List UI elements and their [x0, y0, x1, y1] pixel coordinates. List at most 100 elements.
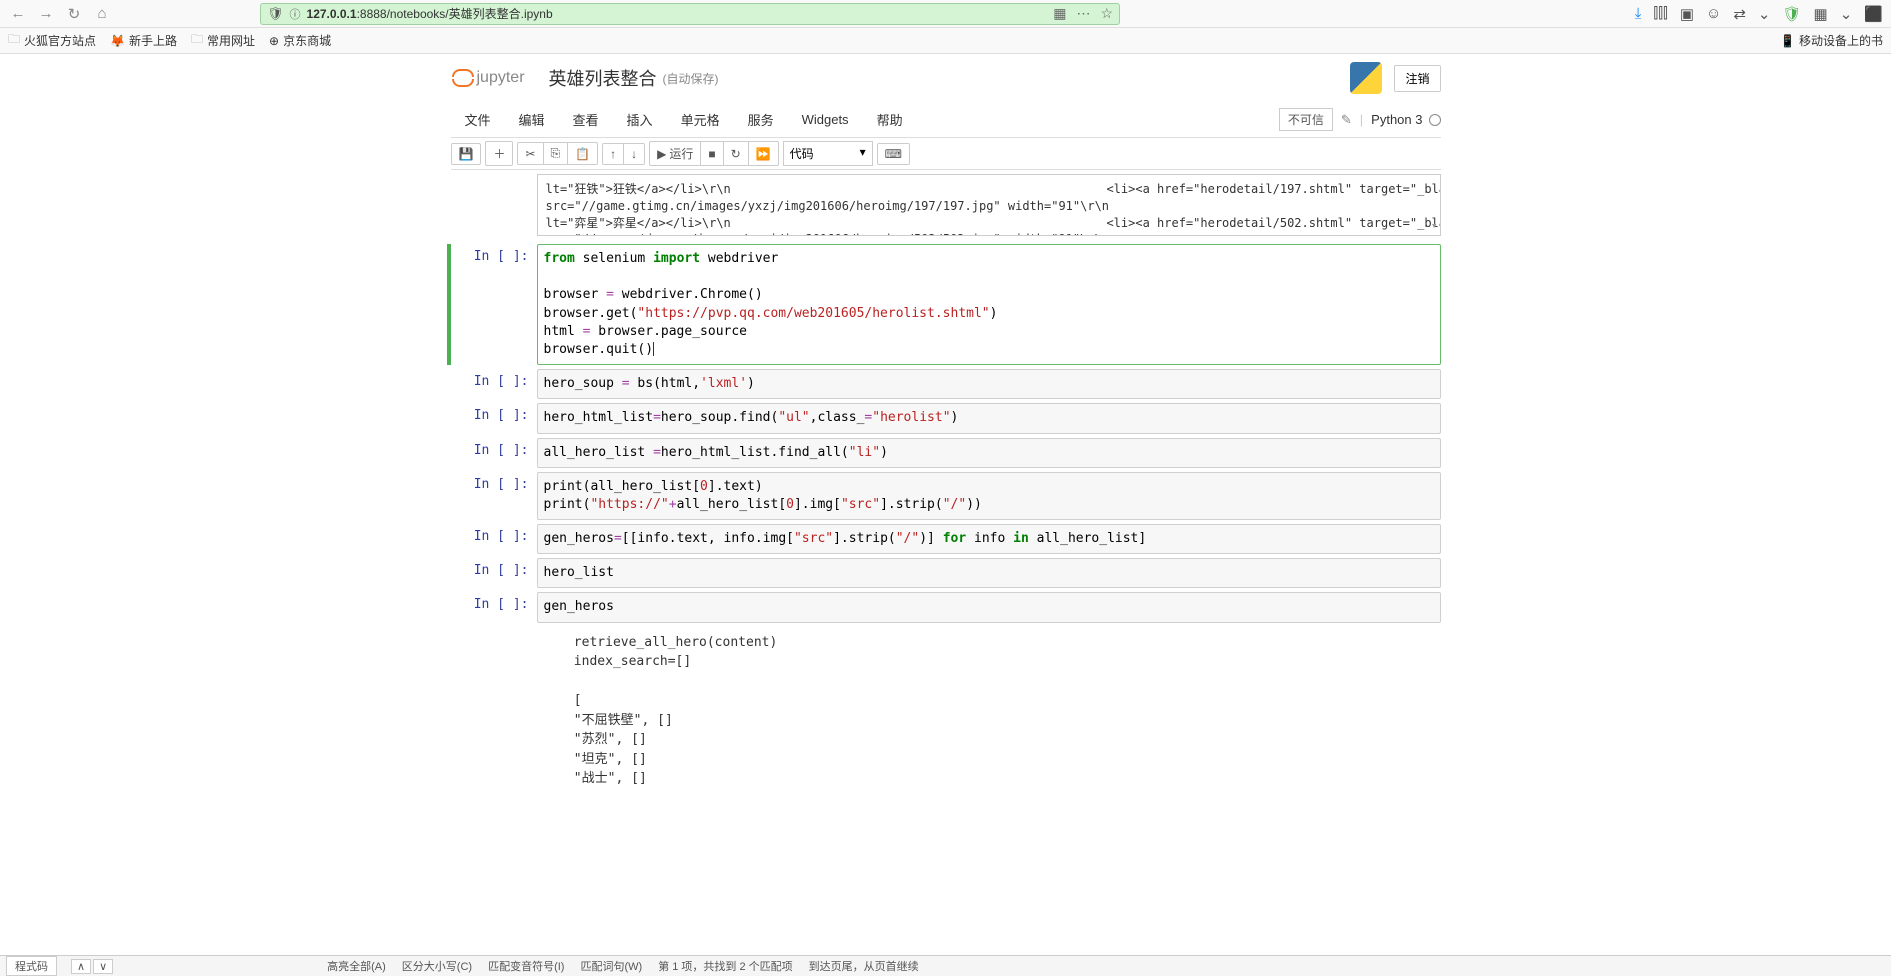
logout-button[interactable]: 注销: [1394, 65, 1440, 92]
chevron-down-icon: ▾: [860, 145, 866, 162]
browser-right-icons: ⤓ ⫿⫿⫿ ▣ ☺ ⇄ ⌄ 🛡 ▦ ⌄ ⬛: [1635, 5, 1883, 23]
qr-icon[interactable]: ▦: [1053, 5, 1066, 22]
code-cell-2[interactable]: In [ ]: hero_soup = bs(html,'lxml'): [451, 369, 1441, 399]
match-info: 第 1 项，共找到 2 个匹配项: [658, 958, 792, 974]
cell-input[interactable]: all_hero_list =hero_html_list.find_all("…: [537, 438, 1441, 468]
notebook-area: lt="狂铁">狂铁</a></li>\r\n <li><a href="her…: [451, 170, 1441, 839]
reload-icon[interactable]: ↻: [64, 4, 84, 24]
code-cell-6[interactable]: In [ ]: gen_heros=[[info.text, info.img[…: [451, 524, 1441, 554]
kernel-indicator[interactable]: Python 3: [1371, 112, 1440, 127]
copy-button[interactable]: ⎘: [543, 142, 569, 165]
menu-insert[interactable]: 插入: [613, 106, 667, 133]
folder-icon: 🗀: [191, 30, 203, 51]
ublock-icon[interactable]: 🛡: [1783, 5, 1802, 23]
cell-prompt: In [ ]:: [451, 438, 537, 468]
menubar: 文件 编辑 查看 插入 单元格 服务 Widgets 帮助 不可信 ✎ | Py…: [451, 102, 1441, 137]
account-icon[interactable]: ☺: [1706, 5, 1721, 23]
trust-button[interactable]: 不可信: [1279, 108, 1333, 131]
restart-button[interactable]: ↻: [723, 141, 749, 166]
plain-output: retrieve_all_hero(content) index_search=…: [537, 623, 1441, 799]
cell-input[interactable]: hero_html_list=hero_soup.find("ul",class…: [537, 403, 1441, 433]
menu-edit[interactable]: 编辑: [505, 106, 559, 133]
fast-forward-button[interactable]: ⏩: [748, 141, 779, 166]
cell-prompt: In [ ]:: [451, 403, 537, 433]
celltype-select[interactable]: 代码▾: [783, 141, 873, 166]
more-icon[interactable]: ⋯: [1076, 5, 1090, 22]
cell-prompt: In [ ]:: [451, 472, 537, 520]
menu-kernel[interactable]: 服务: [734, 106, 788, 133]
edit-icon[interactable]: ✎: [1341, 112, 1352, 128]
code-cell-5[interactable]: In [ ]: print(all_hero_list[0].text)prin…: [451, 472, 1441, 520]
command-palette-button[interactable]: ⌨: [877, 143, 910, 165]
output-text: lt="狂铁">狂铁</a></li>\r\n <li><a href="her…: [546, 181, 1432, 236]
opt-highlight[interactable]: 高亮全部(A): [327, 958, 386, 974]
cell-prompt: In [ ]:: [451, 524, 537, 554]
toolbar: 💾 ＋ ✂ ⎘ 📋 ↑ ↓ ▶运行 ■ ↻ ⏩ 代码▾ ⌨: [451, 137, 1441, 170]
cell-input[interactable]: gen_heros=[[info.text, info.img["src"].s…: [537, 524, 1441, 554]
mobile-icon: 📱: [1780, 34, 1795, 48]
ext2-icon[interactable]: ⬛: [1864, 5, 1883, 23]
mobile-bookmarks[interactable]: 📱移动设备上的书: [1780, 32, 1883, 49]
run-button[interactable]: ▶运行: [649, 141, 701, 166]
code-cell-4[interactable]: In [ ]: all_hero_list =hero_html_list.fi…: [451, 438, 1441, 468]
move-down-button[interactable]: ↓: [623, 143, 645, 165]
home-icon[interactable]: ⌂: [92, 4, 112, 24]
star-icon[interactable]: ☆: [1100, 5, 1113, 22]
wrap-info: 到达页尾，从页首继续: [809, 958, 919, 974]
cell-input[interactable]: print(all_hero_list[0].text)print("https…: [537, 472, 1441, 520]
sync-icon[interactable]: ⇄: [1733, 5, 1746, 23]
menu-cell[interactable]: 单元格: [667, 106, 734, 133]
move-up-button[interactable]: ↑: [602, 143, 624, 165]
paste-button[interactable]: 📋: [567, 142, 598, 165]
code-cell-7[interactable]: In [ ]: hero_list: [451, 558, 1441, 588]
code-cell-1[interactable]: In [ ]: from selenium import webdriverbr…: [451, 244, 1441, 365]
output-area[interactable]: lt="狂铁">狂铁</a></li>\r\n <li><a href="her…: [537, 174, 1441, 236]
menu-help[interactable]: 帮助: [863, 106, 917, 133]
status-tab[interactable]: 程式码: [6, 956, 57, 976]
code-cell-8[interactable]: In [ ]: gen_heros: [451, 592, 1441, 622]
url-text: 127.0.0.1:8888/notebooks/英雄列表整合.ipynb: [307, 5, 1048, 22]
back-icon[interactable]: ←: [8, 4, 28, 24]
jupyter-logo[interactable]: jupyter: [451, 67, 541, 89]
url-bar[interactable]: 🛡 ⓘ 127.0.0.1:8888/notebooks/英雄列表整合.ipyn…: [260, 3, 1120, 25]
bottom-status-bar: 程式码 ∧ ∨ 高亮全部(A) 区分大小写(C) 匹配变音符号(I) 匹配词句(…: [0, 955, 1891, 976]
bookmark-jd[interactable]: ⊕京东商城: [269, 32, 331, 49]
opt-whole[interactable]: 匹配词句(W): [580, 958, 642, 974]
pocket-icon[interactable]: ⌄: [1758, 5, 1771, 23]
opt-case[interactable]: 区分大小写(C): [402, 958, 472, 974]
autosave-label: (自动保存): [663, 70, 719, 87]
cell-input[interactable]: from selenium import webdriverbrowser = …: [537, 244, 1441, 365]
find-prev-button[interactable]: ∧: [71, 959, 91, 974]
save-button[interactable]: 💾: [451, 143, 482, 165]
code-cell-3[interactable]: In [ ]: hero_html_list=hero_soup.find("u…: [451, 403, 1441, 433]
info-icon: ⓘ: [290, 6, 301, 22]
ext-icon[interactable]: ▦: [1814, 5, 1828, 23]
cell-input[interactable]: gen_heros: [537, 592, 1441, 622]
chevron-icon[interactable]: ⌄: [1840, 5, 1853, 23]
bookmark-common[interactable]: 🗀常用网址: [191, 30, 255, 51]
jupyter-header: jupyter 英雄列表整合 (自动保存) 注销: [451, 54, 1441, 102]
shield-icon: 🛡: [267, 6, 284, 22]
menu-widgets[interactable]: Widgets: [788, 108, 863, 131]
cell-prompt: In [ ]:: [451, 369, 537, 399]
firefox-icon: 🦊: [110, 34, 125, 48]
notebook-title[interactable]: 英雄列表整合: [549, 65, 657, 91]
stop-button[interactable]: ■: [700, 141, 723, 166]
cut-button[interactable]: ✂: [517, 142, 543, 165]
cell-input[interactable]: hero_list: [537, 558, 1441, 588]
library-icon[interactable]: ⫿⫿⫿: [1653, 5, 1667, 23]
add-cell-button[interactable]: ＋: [485, 141, 513, 166]
sidebar-icon[interactable]: ▣: [1680, 5, 1694, 23]
download-icon[interactable]: ⤓: [1635, 5, 1642, 23]
bookmark-newbie[interactable]: 🦊新手上路: [110, 32, 177, 49]
opt-diacritics[interactable]: 匹配变音符号(I): [488, 958, 564, 974]
menu-view[interactable]: 查看: [559, 106, 613, 133]
bookmark-firefox[interactable]: 🗀火狐官方站点: [8, 30, 96, 51]
find-next-button[interactable]: ∨: [93, 959, 113, 974]
menu-file[interactable]: 文件: [451, 106, 505, 133]
cell-prompt: In [ ]:: [451, 558, 537, 588]
scroll-down-icon[interactable]: ▾: [1431, 218, 1438, 233]
cell-prompt: In [ ]:: [451, 244, 537, 365]
cell-input[interactable]: hero_soup = bs(html,'lxml'): [537, 369, 1441, 399]
forward-icon[interactable]: →: [36, 4, 56, 24]
